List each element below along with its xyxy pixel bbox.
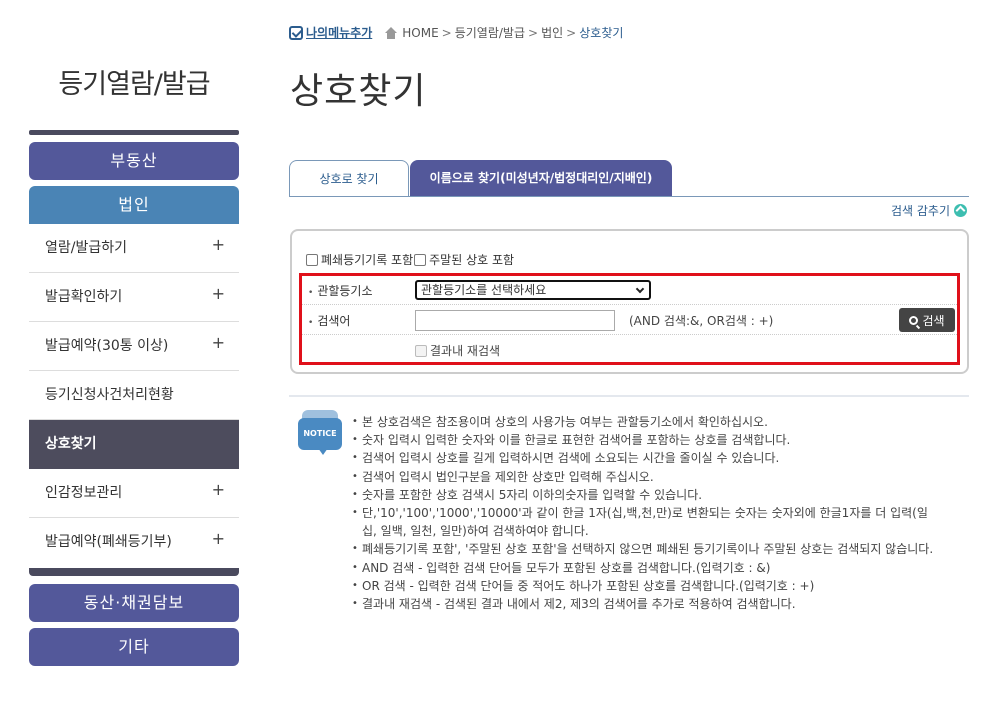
search-icon <box>909 315 919 325</box>
menu-real-estate-button[interactable]: 부동산 <box>29 142 239 180</box>
sidebar-item-label: 인감정보관리 <box>45 485 123 501</box>
menu-etc-button[interactable]: 기타 <box>29 628 239 666</box>
search-options: 폐쇄등기기록 포함 주말된 상호 포함 <box>306 251 514 268</box>
chevron-up-icon <box>954 204 967 217</box>
keyword-row: 검색어 (AND 검색:&, OR검색 : +) 검색 <box>302 306 957 335</box>
sidebar-item-case-status[interactable]: 등기신청사건처리현황 <box>29 371 239 420</box>
sidebar-item-label: 상호찾기 <box>45 436 97 452</box>
breadcrumb-separator: > <box>441 25 452 40</box>
notice-item: 본 상호검색은 참조용이며 상호의 사용가능 여부는 관할등기소에서 확인하십시… <box>352 413 942 431</box>
sidebar-item-label: 발급확인하기 <box>45 289 123 305</box>
plus-icon[interactable]: + <box>212 220 225 269</box>
sidebar-item-trade-name-search[interactable]: 상호찾기 <box>29 420 239 469</box>
research-option: 결과내 재검색 <box>415 342 500 359</box>
research-checkbox[interactable] <box>415 344 427 357</box>
include-closed-checkbox[interactable] <box>306 253 318 266</box>
tab-trade-name-search[interactable]: 상호로 찾기 <box>289 160 409 197</box>
breadcrumb-current: 상호찾기 <box>579 26 624 40</box>
registry-row: 관할등기소 관할등기소를 선택하세요 <box>302 276 957 305</box>
add-my-menu-link[interactable]: 나의메뉴추가 <box>289 24 372 41</box>
include-dormant-label: 주말된 상호 포함 <box>429 253 515 267</box>
submenu-bottom-bar <box>29 568 239 576</box>
sidebar-title: 등기열람/발급 <box>58 69 210 100</box>
breadcrumb-corporation[interactable]: 법인 <box>541 24 563 41</box>
sidebar-divider <box>29 130 239 135</box>
search-button[interactable]: 검색 <box>899 308 955 332</box>
sidebar-item-view-issue[interactable]: 열람/발급하기 + <box>29 224 239 273</box>
hide-search-toggle[interactable]: 검색 감추기 <box>891 202 967 219</box>
sidebar-item-label: 열람/발급하기 <box>45 240 127 256</box>
highlight-box: 관할등기소 관할등기소를 선택하세요 검색어 (AND 검색:&, OR검색 :… <box>299 273 960 365</box>
plus-icon[interactable]: + <box>212 318 225 367</box>
notice-item: AND 검색 - 입력한 검색 단어들 모두가 포함된 상호를 검색합니다.(입… <box>352 559 942 577</box>
notice-item: 숫자 입력시 입력한 숫자와 이를 한글로 표현한 검색어를 포함하는 상호를 … <box>352 431 942 449</box>
sidebar-item-label: 등기신청사건처리현황 <box>45 387 174 403</box>
keyword-input[interactable] <box>415 310 615 331</box>
registry-select[interactable]: 관할등기소를 선택하세요 <box>415 280 651 300</box>
keyword-hint: (AND 검색:&, OR검색 : +) <box>629 314 774 328</box>
notice-icon-label: NOTICE <box>298 418 342 450</box>
notice-item: OR 검색 - 입력한 검색 단어들 중 적어도 하나가 포함된 상호를 검색합… <box>352 577 942 595</box>
search-panel: 폐쇄등기기록 포함 주말된 상호 포함 관할등기소 관할등기소를 선택하세요 검… <box>290 229 969 374</box>
include-dormant-checkbox[interactable] <box>414 253 427 266</box>
notice-item: 검색어 입력시 법인구분을 제외한 상호만 입력해 주십시오. <box>352 468 942 486</box>
notice-list: 본 상호검색은 참조용이며 상호의 사용가능 여부는 관할등기소에서 확인하십시… <box>352 413 942 613</box>
add-my-menu-label: 나의메뉴추가 <box>306 26 373 40</box>
notice-item: 폐쇄등기기록 포함', '주말된 상호 포함'을 선택하지 않으면 폐쇄된 등기… <box>352 540 942 558</box>
notice-icon: NOTICE <box>298 410 344 456</box>
keyword-label: 검색어 <box>308 312 350 329</box>
checkbox-check-icon <box>289 25 303 40</box>
section-divider <box>289 395 969 397</box>
notice-item: 숫자를 포함한 상호 검색시 5자리 이하의숫자를 입력할 수 있습니다. <box>352 486 942 504</box>
breadcrumb-separator: > <box>566 25 577 40</box>
plus-icon[interactable]: + <box>212 465 225 514</box>
menu-corporation-button[interactable]: 법인 <box>29 186 239 224</box>
hide-search-label: 검색 감추기 <box>890 204 950 218</box>
plus-icon[interactable]: + <box>212 269 225 318</box>
page-title: 상호찾기 <box>290 71 427 112</box>
sidebar-item-seal-info[interactable]: 인감정보관리 + <box>29 469 239 518</box>
tab-underline <box>289 196 969 197</box>
tab-name-search[interactable]: 이름으로 찾기(미성년자/법정대리인/지배인) <box>410 160 672 197</box>
chevron-down-icon <box>635 284 645 294</box>
submenu-list: 열람/발급하기 + 발급확인하기 + 발급예약(30통 이상) + 등기신청사건처리현… <box>29 224 239 567</box>
sidebar-item-reserve[interactable]: 발급예약(30통 이상) + <box>29 322 239 371</box>
sidebar-item-label: 발급예약(30통 이상) <box>45 338 169 354</box>
registry-select-value: 관할등기소를 선택하세요 <box>421 283 547 297</box>
notice-item: 단,'10','100','1000','10000'과 같이 한글 1자(십,… <box>352 504 942 540</box>
breadcrumb-registry[interactable]: 등기열람/발급 <box>455 24 525 41</box>
sidebar-item-label: 발급예약(폐쇄등기부) <box>45 534 172 550</box>
registry-label: 관할등기소 <box>308 282 372 299</box>
search-button-label: 검색 <box>922 313 945 328</box>
breadcrumb: 나의메뉴추가 HOME > 등기열람/발급 > 법인 > 상호찾기 <box>289 24 623 41</box>
breadcrumb-home[interactable]: HOME <box>402 26 438 40</box>
sidebar-item-confirm-issue[interactable]: 발급확인하기 + <box>29 273 239 322</box>
notice-item: 검색어 입력시 상호를 길게 입력하시면 검색에 소요되는 시간을 줄이실 수 … <box>352 449 942 467</box>
breadcrumb-separator: > <box>528 25 539 40</box>
include-closed-label: 폐쇄등기기록 포함 <box>321 253 414 267</box>
notice-item: 결과내 재검색 - 검색된 결과 내에서 제2, 제3의 검색어를 추가로 적용… <box>352 595 942 613</box>
sidebar-item-reserve-closed[interactable]: 발급예약(폐쇄등기부) + <box>29 518 239 567</box>
plus-icon[interactable]: + <box>212 514 225 563</box>
home-icon <box>384 26 398 39</box>
research-label: 결과내 재검색 <box>430 344 501 358</box>
menu-movable-button[interactable]: 동산·채권담보 <box>29 584 239 622</box>
